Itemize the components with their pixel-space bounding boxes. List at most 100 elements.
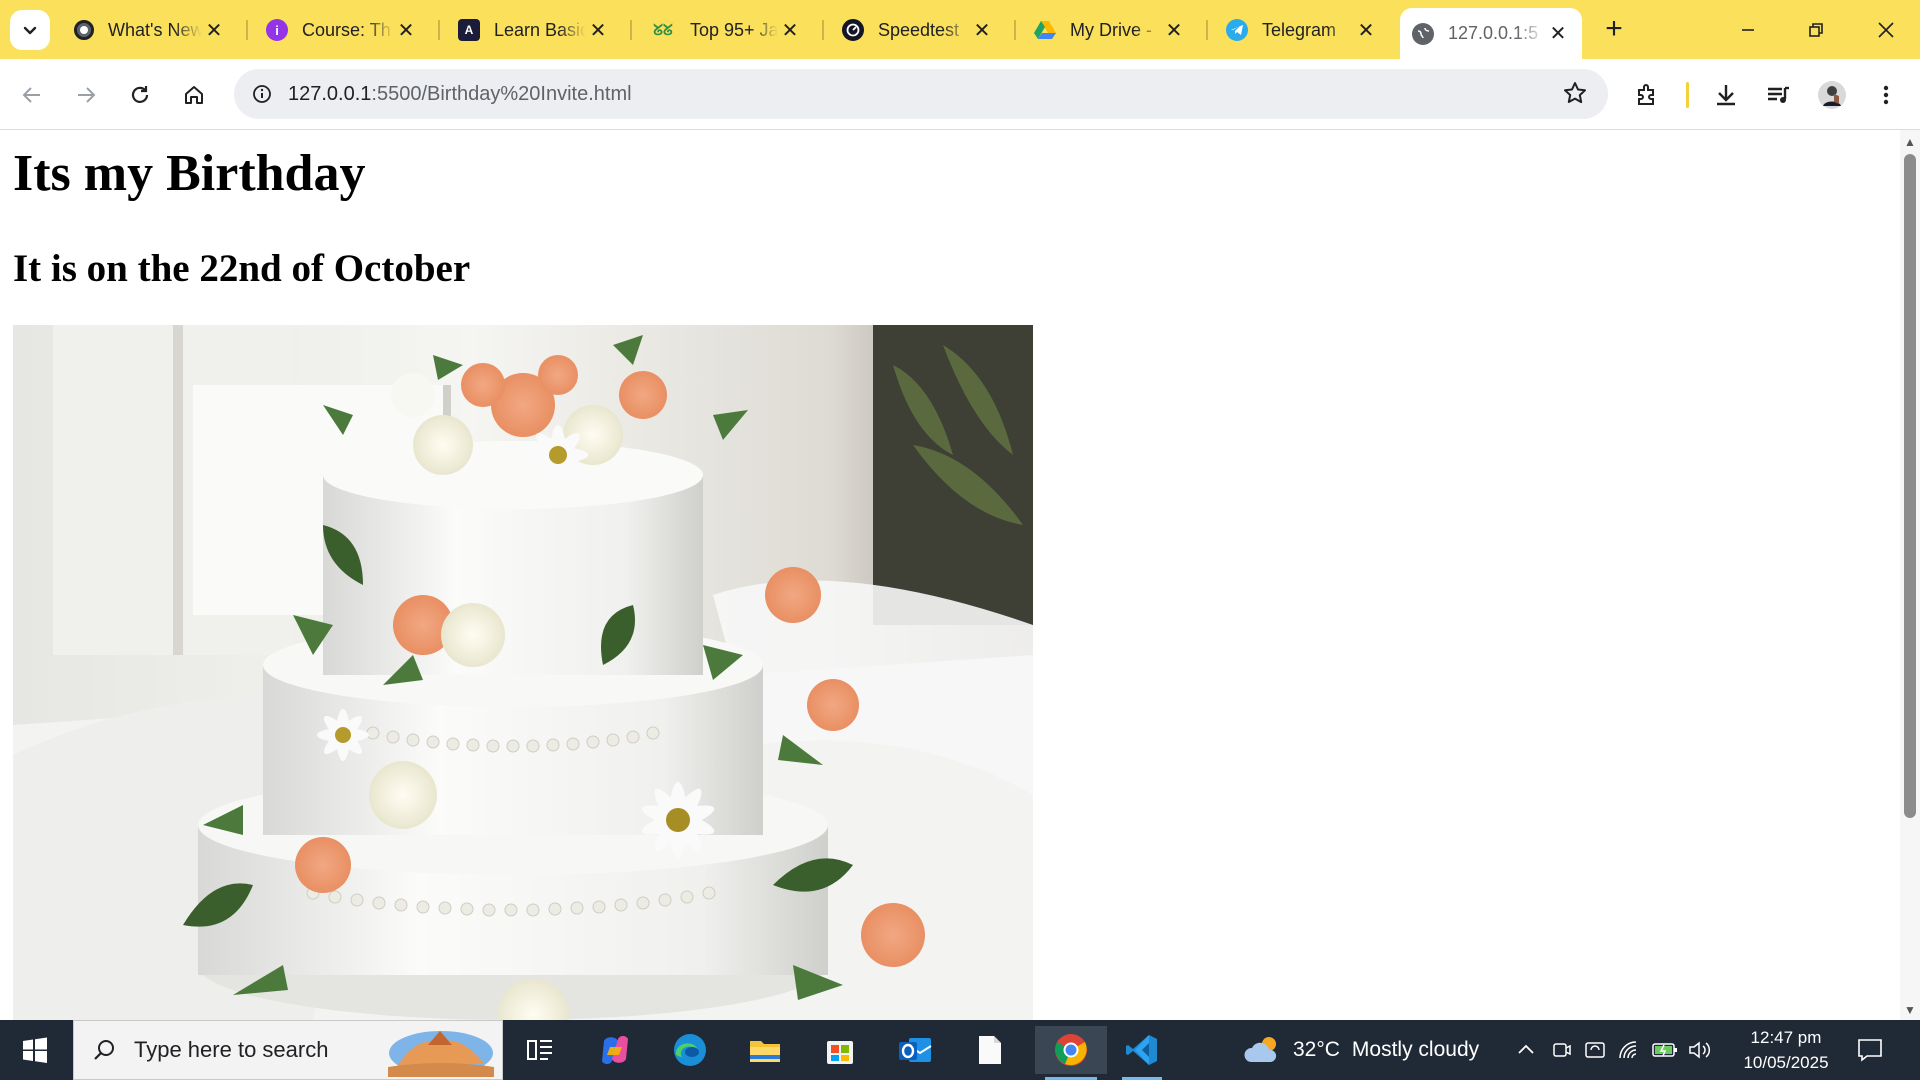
site-info-icon[interactable] [246, 78, 278, 110]
tab-course[interactable]: i Course: Th ✕ [254, 10, 430, 50]
battery-charging-icon[interactable] [1652, 1041, 1678, 1059]
drive-icon [1034, 19, 1056, 41]
close-tab-icon[interactable]: ✕ [1546, 22, 1570, 46]
tab-top-95[interactable]: ᘜᘜ Top 95+ Ja ✕ [638, 10, 814, 50]
scroll-thumb[interactable] [1904, 154, 1916, 818]
copilot-button[interactable] [585, 1026, 645, 1074]
meet-now-icon[interactable] [1552, 1040, 1572, 1060]
arrow-left-icon [22, 87, 40, 103]
vertical-scrollbar[interactable]: ▲ ▼ [1900, 130, 1920, 1020]
tab-speedtest[interactable]: Speedtest ✕ [830, 10, 1006, 50]
download-icon [1717, 85, 1735, 106]
telegram-icon [1226, 19, 1248, 41]
bookmark-star-icon[interactable] [1562, 80, 1588, 111]
folder-icon [750, 1041, 780, 1062]
tab-separator [1206, 20, 1208, 40]
close-tab-icon[interactable]: ✕ [1162, 18, 1186, 42]
start-button[interactable] [0, 1020, 70, 1080]
tab-title: What's New [108, 19, 202, 40]
close-window-button[interactable] [1856, 8, 1916, 52]
cake-image [13, 325, 1033, 1020]
learn-icon: A [458, 19, 480, 41]
home-button[interactable] [174, 75, 214, 115]
edge-button[interactable] [660, 1026, 720, 1074]
volume-icon[interactable] [1688, 1040, 1712, 1060]
scroll-up-icon[interactable]: ▲ [1903, 136, 1917, 148]
tab-active-localhost[interactable]: 127.0.0.1:5 ✕ [1400, 8, 1582, 59]
windows-logo-icon [23, 1037, 47, 1063]
chrome-icon [1055, 1034, 1087, 1066]
task-view-icon [527, 1040, 552, 1060]
screen-capture-icon[interactable] [1584, 1040, 1606, 1060]
reload-button[interactable] [120, 75, 160, 115]
notifications-button[interactable] [1852, 1032, 1888, 1068]
new-tab-button[interactable]: + [1596, 12, 1632, 48]
speedtest-icon [842, 19, 864, 41]
weather-widget[interactable]: 32°C Mostly cloudy [1243, 1020, 1479, 1080]
tab-telegram[interactable]: Telegram ✕ [1214, 10, 1390, 50]
forward-button[interactable] [66, 75, 106, 115]
reload-icon [131, 86, 149, 103]
tab-title: 127.0.0.1:5 [1448, 23, 1539, 43]
copilot-icon [602, 1036, 628, 1064]
weather-temp: 32°C [1293, 1038, 1340, 1061]
minimize-button[interactable] [1718, 8, 1778, 52]
notepad-button[interactable] [960, 1026, 1020, 1074]
ms-store-button[interactable] [810, 1026, 870, 1074]
tab-separator [630, 20, 632, 40]
extensions-button[interactable] [1628, 75, 1668, 115]
outlook-button[interactable] [885, 1026, 945, 1074]
globe-icon [1412, 22, 1434, 45]
restore-icon [1809, 23, 1823, 37]
page-viewport: Its my Birthday It is on the 22nd of Oct… [0, 130, 1900, 1020]
chrome-taskbar-button[interactable] [1035, 1026, 1107, 1080]
media-controls-button[interactable] [1758, 75, 1798, 115]
restore-button[interactable] [1786, 8, 1846, 52]
close-tab-icon[interactable]: ✕ [778, 18, 802, 42]
address-bar[interactable]: 127.0.0.1:5500/Birthday%20Invite.html [234, 69, 1608, 119]
tab-whats-new[interactable]: What's New ✕ [62, 10, 238, 50]
back-button[interactable] [12, 75, 52, 115]
chevron-down-icon [23, 26, 37, 35]
profile-avatar[interactable] [1812, 75, 1852, 115]
tab-strip: What's New ✕ i Course: Th ✕ A Learn Basi… [0, 0, 1920, 59]
close-tab-icon[interactable]: ✕ [586, 18, 610, 42]
tab-my-drive[interactable]: My Drive - ✕ [1022, 10, 1198, 50]
downloads-button[interactable] [1706, 75, 1746, 115]
notification-icon [1858, 1039, 1882, 1062]
close-tab-icon[interactable]: ✕ [394, 18, 418, 42]
show-hidden-icons-chevron-up-icon[interactable] [1516, 1040, 1536, 1060]
taskbar-clock[interactable]: 12:47 pm 10/05/2025 [1726, 1025, 1846, 1075]
windows-taskbar: Type here to search 32°C Mostly cloudy 1… [0, 1020, 1920, 1080]
close-tab-icon[interactable]: ✕ [1354, 18, 1378, 42]
edge-icon [674, 1034, 706, 1066]
tab-title: My Drive - [1070, 19, 1152, 40]
close-tab-icon[interactable]: ✕ [970, 18, 994, 42]
avatar-icon [1818, 81, 1846, 109]
url-host: 127.0.0.1 [288, 82, 372, 105]
system-tray [1516, 1020, 1712, 1080]
menu-button[interactable] [1866, 75, 1906, 115]
tab-separator [1014, 20, 1016, 40]
chrome-icon [74, 20, 94, 40]
browser-toolbar: 127.0.0.1:5500/Birthday%20Invite.html [0, 59, 1920, 130]
taskbar-search-box[interactable]: Type here to search [73, 1020, 503, 1080]
vscode-button[interactable] [1112, 1026, 1172, 1080]
close-icon [1878, 22, 1894, 38]
close-tab-icon[interactable]: ✕ [202, 18, 226, 42]
search-icon [94, 1040, 114, 1060]
minimize-icon [1742, 29, 1754, 31]
clock-time: 12:47 pm [1750, 1028, 1822, 1047]
toolbar-divider [1686, 82, 1689, 108]
gfg-icon: ᘜᘜ [653, 21, 673, 39]
search-highlight-image [388, 1031, 494, 1077]
tab-search-button[interactable] [10, 10, 50, 50]
task-view-button[interactable] [510, 1026, 570, 1074]
file-explorer-button[interactable] [735, 1026, 795, 1074]
tab-separator [438, 20, 440, 40]
tab-learn-basic[interactable]: A Learn Basic ✕ [446, 10, 622, 50]
outlook-icon [899, 1038, 932, 1062]
tab-title: Course: Th [302, 19, 391, 40]
scroll-down-icon[interactable]: ▼ [1903, 1004, 1917, 1016]
wifi-icon[interactable] [1618, 1040, 1640, 1060]
